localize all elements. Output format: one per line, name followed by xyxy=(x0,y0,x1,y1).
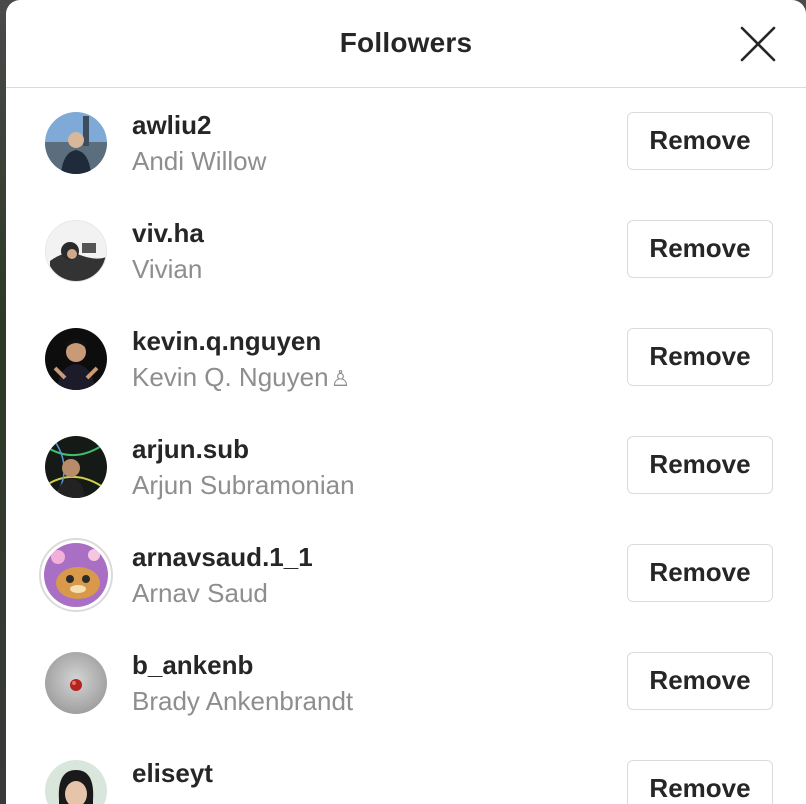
follower-row: kevin.q.nguyen Kevin Q. Nguyen♙ Remove xyxy=(6,304,806,412)
follower-username[interactable]: awliu2 xyxy=(132,110,211,141)
follower-full-name: Kevin Q. Nguyen♙ xyxy=(132,362,350,393)
remove-button[interactable]: Remove xyxy=(627,760,773,804)
avatar[interactable] xyxy=(45,112,107,174)
close-button[interactable] xyxy=(738,24,778,64)
follower-full-name: Vivian xyxy=(132,254,203,284)
dialog-title: Followers xyxy=(339,27,473,58)
remove-button[interactable]: Remove xyxy=(627,328,773,386)
chess-pawn-icon: ♙ xyxy=(330,366,351,391)
avatar[interactable] xyxy=(45,220,107,282)
avatar-image xyxy=(44,543,108,607)
follower-full-name: Arjun Subramonian xyxy=(132,470,355,500)
followers-dialog: Followers awliu2 Andi Willow Remove viv.… xyxy=(6,0,806,804)
remove-button[interactable]: Remove xyxy=(627,112,773,170)
remove-button[interactable]: Remove xyxy=(627,220,773,278)
follower-full-name: Andi Willow xyxy=(132,146,267,176)
avatar[interactable] xyxy=(45,436,107,498)
follower-username[interactable]: kevin.q.nguyen xyxy=(132,326,321,357)
follower-row: viv.ha Vivian Remove xyxy=(6,196,806,304)
avatar[interactable] xyxy=(45,652,107,714)
follower-row: arjun.sub Arjun Subramonian Remove xyxy=(6,412,806,520)
follower-full-name: Brady Ankenbrandt xyxy=(132,686,354,716)
remove-button[interactable]: Remove xyxy=(627,544,773,602)
follower-username[interactable]: arnavsaud.1_1 xyxy=(132,542,313,573)
follower-row: awliu2 Andi Willow Remove xyxy=(6,88,806,196)
follower-full-name-text: Kevin Q. Nguyen xyxy=(132,362,329,392)
follower-row: b_ankenb Brady Ankenbrandt Remove xyxy=(6,628,806,736)
avatar[interactable] xyxy=(39,538,113,612)
avatar[interactable] xyxy=(45,760,107,804)
follower-row: arnavsaud.1_1 Arnav Saud Remove xyxy=(6,520,806,628)
close-icon xyxy=(740,26,776,62)
follower-row: eliseyt Remove xyxy=(6,736,806,804)
follower-username[interactable]: b_ankenb xyxy=(132,650,253,681)
remove-button[interactable]: Remove xyxy=(627,652,773,710)
follower-username[interactable]: eliseyt xyxy=(132,758,213,789)
follower-full-name: Arnav Saud xyxy=(132,578,268,608)
avatar[interactable] xyxy=(45,328,107,390)
follower-username[interactable]: arjun.sub xyxy=(132,434,249,465)
remove-button[interactable]: Remove xyxy=(627,436,773,494)
follower-username[interactable]: viv.ha xyxy=(132,218,204,249)
dialog-header: Followers xyxy=(6,0,806,88)
